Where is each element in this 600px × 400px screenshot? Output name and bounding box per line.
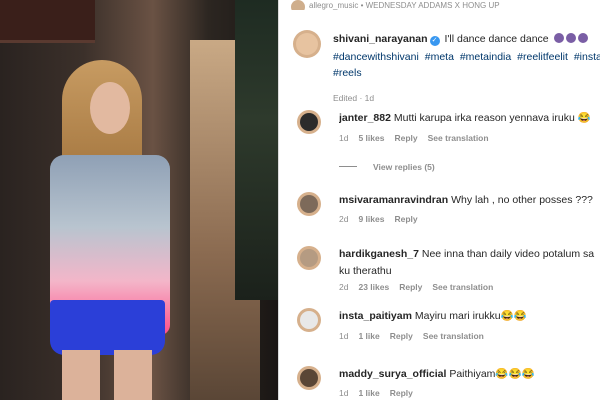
reply-button[interactable]: Reply	[394, 214, 417, 224]
comment-username[interactable]: janter_882	[339, 112, 391, 124]
comment-meta: 2d 9 likes Reply	[339, 214, 428, 224]
comment-text: Mutti karupa irka reason yennava iruku 😂	[393, 112, 591, 124]
comment-meta: 1d 5 likes Reply See translation	[339, 133, 499, 143]
comment-username[interactable]: insta_paitiyam	[339, 310, 412, 322]
hashtags: #dancewithshivani #meta #metaindia #reel…	[333, 49, 600, 81]
legs-shape	[62, 350, 152, 400]
see-translation-button[interactable]: See translation	[432, 282, 493, 292]
comment-username[interactable]: msivaramanravindran	[339, 194, 448, 206]
comment-time: 1d	[339, 133, 349, 143]
replies-rule	[339, 166, 357, 167]
avatar[interactable]	[297, 246, 321, 270]
comment-text-continued: ku therathu	[339, 265, 392, 277]
wall-frame	[0, 0, 95, 43]
comment-username[interactable]: hardikganesh_7	[339, 248, 419, 260]
header-text: allegro_music • WEDNESDAY ADDAMS X HONG …	[309, 1, 500, 10]
audio-header[interactable]: allegro_music • WEDNESDAY ADDAMS X HONG …	[291, 0, 500, 10]
hashtag-link[interactable]: #meta	[425, 51, 454, 63]
comment-time: 2d	[339, 214, 349, 224]
comment-line: maddy_surya_official Paithiyam😂😂😂	[339, 368, 600, 381]
avatar[interactable]	[297, 366, 321, 390]
verified-badge-icon: ✓	[429, 36, 440, 46]
face-shape	[90, 82, 130, 134]
see-translation-button[interactable]: See translation	[423, 331, 484, 341]
caption-text: I'll dance dance dance	[444, 33, 549, 45]
comment-time: 2d	[339, 282, 349, 292]
likes-count[interactable]: 5 likes	[358, 133, 384, 143]
view-replies-label: View replies (5)	[373, 162, 435, 172]
view-replies-button[interactable]: View replies (5)	[339, 162, 435, 172]
comment-meta: 1d 1 like Reply	[339, 388, 423, 398]
emoji-icon	[553, 33, 564, 43]
comment-line: msivaramanravindran Why lah , no other p…	[339, 194, 600, 207]
caption-line: shivani_narayanan ✓ I'll dance dance danc…	[333, 32, 600, 46]
avatar[interactable]	[297, 110, 321, 134]
comment-text: Nee inna than daily video potalum sa	[421, 248, 595, 260]
caption-username[interactable]: shivani_narayanan	[333, 33, 428, 45]
hashtag-link[interactable]: #reels	[333, 67, 362, 79]
reply-button[interactable]: Reply	[399, 282, 422, 292]
header-avatar	[291, 0, 305, 10]
comment-time: 1d	[339, 331, 349, 341]
likes-count[interactable]: 1 like	[358, 388, 379, 398]
reply-button[interactable]: Reply	[394, 133, 417, 143]
avatar[interactable]	[293, 30, 321, 58]
christmas-tree	[235, 0, 278, 300]
likes-count[interactable]: 9 likes	[358, 214, 384, 224]
edited-timestamp: Edited · 1d	[333, 93, 375, 103]
avatar[interactable]	[297, 192, 321, 216]
comment-line: janter_882 Mutti karupa irka reason yenn…	[339, 112, 600, 125]
post-photo[interactable]	[0, 0, 278, 400]
likes-count[interactable]: 1 like	[358, 331, 379, 341]
comment-text: Mayiru mari irukku😂😂	[414, 310, 527, 322]
shorts-shape	[50, 300, 165, 355]
comments-panel: allegro_music • WEDNESDAY ADDAMS X HONG …	[278, 0, 600, 400]
hashtag-link[interactable]: #reelitfeelit	[517, 51, 568, 63]
hashtag-link[interactable]: #instag	[574, 51, 600, 63]
comment-meta: 1d 1 like Reply See translation	[339, 331, 494, 341]
hashtag-link[interactable]: #dancewithshivani	[333, 51, 419, 63]
comment-username[interactable]: maddy_surya_official	[339, 368, 446, 380]
see-translation-button[interactable]: See translation	[428, 133, 489, 143]
comment-line: insta_paitiyam Mayiru mari irukku😂😂	[339, 310, 600, 323]
comment-time: 1d	[339, 388, 349, 398]
reply-button[interactable]: Reply	[390, 331, 413, 341]
hashtag-link[interactable]: #metaindia	[460, 51, 511, 63]
dancer-figure	[40, 60, 180, 400]
comment-line: hardikganesh_7 Nee inna than daily video…	[339, 248, 600, 261]
comment-text: Paithiyam😂😂😂	[449, 368, 535, 380]
comment-text: Why lah , no other posses ???	[451, 194, 593, 206]
avatar[interactable]	[297, 308, 321, 332]
likes-count[interactable]: 23 likes	[358, 282, 389, 292]
reply-button[interactable]: Reply	[390, 388, 413, 398]
emoji-icon	[577, 33, 588, 43]
emoji-icon	[565, 33, 576, 43]
comment-meta: 2d 23 likes Reply See translation	[339, 282, 503, 292]
